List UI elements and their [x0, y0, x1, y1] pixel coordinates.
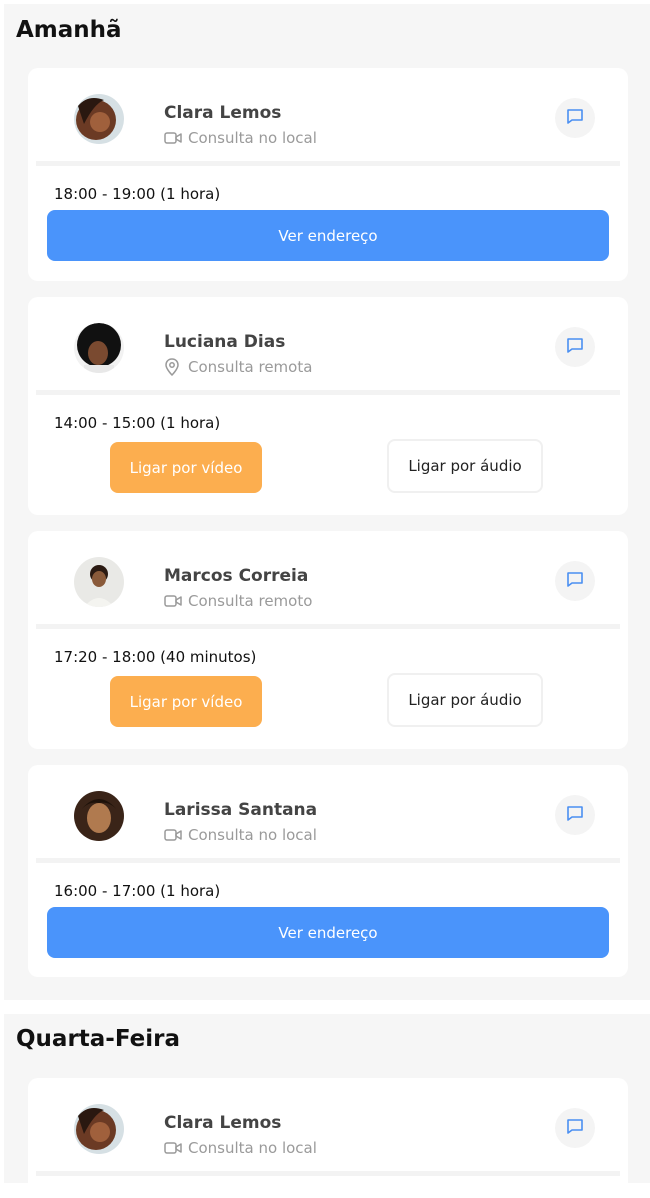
location-pin-icon: [164, 358, 182, 376]
video-icon: [164, 593, 182, 609]
appointment-type: Consulta no local: [164, 1139, 317, 1157]
avatar: [74, 791, 124, 841]
patient-name: Larissa Santana: [164, 800, 318, 820]
appointment-type-label: Consulta no local: [188, 1139, 317, 1157]
patient-name: Clara Lemos: [164, 103, 282, 123]
view-address-button[interactable]: Ver endereço: [47, 907, 609, 958]
video-icon: [164, 130, 182, 146]
appointment-time: 16:00 - 17:00 (1 hora): [54, 882, 221, 900]
section-title: Quarta-Feira: [16, 1026, 180, 1052]
view-address-button[interactable]: Ver endereço: [47, 210, 609, 261]
appointment-card: Larissa Santana Consulta no local 16:00 …: [28, 765, 628, 977]
divider: [36, 161, 620, 166]
section-quarta-feira: Quarta-Feira Clara Lemos Consulta no loc…: [4, 1014, 650, 1198]
appointment-time: 18:00 - 19:00 (1 hora): [54, 185, 221, 203]
chat-button[interactable]: [555, 327, 595, 367]
appointment-card: Clara Lemos Consulta no local 18:00 - 19…: [28, 68, 628, 281]
appointment-type: Consulta no local: [164, 129, 317, 147]
chat-icon: [565, 569, 585, 593]
audio-call-button[interactable]: Ligar por áudio: [387, 439, 543, 493]
appointment-type-label: Consulta remota: [188, 358, 313, 376]
avatar: [74, 323, 124, 373]
section-amanha: Amanhã Clara Lemos Consulta no local 18:…: [4, 4, 650, 1000]
chat-button[interactable]: [555, 1108, 595, 1148]
avatar: [74, 94, 124, 144]
appointment-card: Luciana Dias Consulta remota 14:00 - 15:…: [28, 297, 628, 515]
video-call-button[interactable]: Ligar por vídeo: [110, 676, 262, 727]
appointment-type: Consulta no local: [164, 826, 317, 844]
chat-icon: [565, 1116, 585, 1140]
chat-icon: [565, 335, 585, 359]
appointment-card: Clara Lemos Consulta no local: [28, 1078, 628, 1198]
appointment-type-label: Consulta no local: [188, 826, 317, 844]
divider: [36, 624, 620, 629]
appointment-card: Marcos Correia Consulta remoto 17:20 - 1…: [28, 531, 628, 749]
chat-button[interactable]: [555, 561, 595, 601]
patient-name: Marcos Correia: [164, 566, 309, 586]
video-icon: [164, 827, 182, 843]
patient-name: Clara Lemos: [164, 1113, 282, 1133]
chat-button[interactable]: [555, 98, 595, 138]
chat-icon: [565, 106, 585, 130]
appointment-type-label: Consulta remoto: [188, 592, 313, 610]
chat-icon: [565, 803, 585, 827]
section-title: Amanhã: [16, 17, 122, 43]
appointment-type: Consulta remoto: [164, 592, 312, 610]
appointment-type: Consulta remota: [164, 358, 312, 376]
chat-button[interactable]: [555, 795, 595, 835]
divider: [36, 858, 620, 863]
video-icon: [164, 1140, 182, 1156]
avatar: [74, 557, 124, 607]
patient-name: Luciana Dias: [164, 332, 286, 352]
appointment-time: 14:00 - 15:00 (1 hora): [54, 414, 221, 432]
appointment-type-label: Consulta no local: [188, 129, 317, 147]
avatar: [74, 1104, 124, 1154]
divider: [36, 1171, 620, 1176]
appointment-time: 17:20 - 18:00 (40 minutos): [54, 648, 257, 666]
video-call-button[interactable]: Ligar por vídeo: [110, 442, 262, 493]
divider: [36, 390, 620, 395]
audio-call-button[interactable]: Ligar por áudio: [387, 673, 543, 727]
